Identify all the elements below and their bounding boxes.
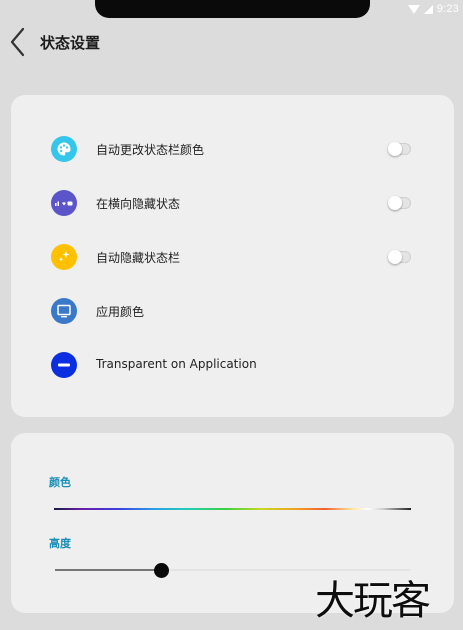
- camera-notch: [95, 0, 370, 18]
- statusbar-landscape-icon: [51, 190, 77, 216]
- setting-label: 自动隐藏状态栏: [96, 251, 181, 265]
- status-time: 9:23: [436, 3, 459, 15]
- app-header: 状态设置: [0, 24, 463, 60]
- sparkle-icon: [51, 244, 77, 270]
- height-slider-fill: [55, 569, 162, 571]
- setting-label: 自动更改状态栏颜色: [96, 143, 205, 157]
- watermark-logo: 大玩客: [315, 578, 431, 624]
- setting-label: 应用颜色: [96, 305, 145, 319]
- setting-row-app-color[interactable]: 应用颜色: [11, 291, 454, 331]
- monitor-icon: [51, 298, 77, 324]
- setting-label: Transparent on Application: [96, 357, 257, 371]
- setting-row-transparent[interactable]: Transparent on Application: [11, 345, 454, 385]
- chevron-left-icon: [10, 27, 25, 57]
- setting-label: 在横向隐藏状态: [96, 197, 181, 211]
- height-section-label: 高度: [49, 537, 71, 550]
- wifi-icon: [407, 4, 420, 14]
- setting-row-hide-landscape[interactable]: 在横向隐藏状态: [11, 183, 454, 223]
- status-bar: 9:23: [407, 2, 459, 16]
- auto-hide-toggle[interactable]: [388, 250, 411, 264]
- color-picker-bar[interactable]: [54, 508, 411, 510]
- page-title: 状态设置: [40, 34, 101, 52]
- back-button[interactable]: [8, 26, 30, 58]
- hide-landscape-toggle[interactable]: [388, 196, 411, 210]
- setting-row-auto-hide[interactable]: 自动隐藏状态栏: [11, 237, 454, 277]
- signal-icon: [423, 4, 433, 14]
- auto-color-toggle[interactable]: [388, 142, 411, 156]
- height-slider-thumb[interactable]: [153, 563, 169, 578]
- setting-row-auto-statusbar-color[interactable]: 自动更改状态栏颜色: [11, 129, 454, 169]
- color-section-label: 颜色: [49, 476, 71, 489]
- minus-circle-icon: [51, 352, 77, 378]
- palette-icon: [51, 136, 77, 162]
- settings-card: 自动更改状态栏颜色 在横向隐藏状态 自动隐藏状态栏 应用颜色 Transpare…: [11, 95, 454, 417]
